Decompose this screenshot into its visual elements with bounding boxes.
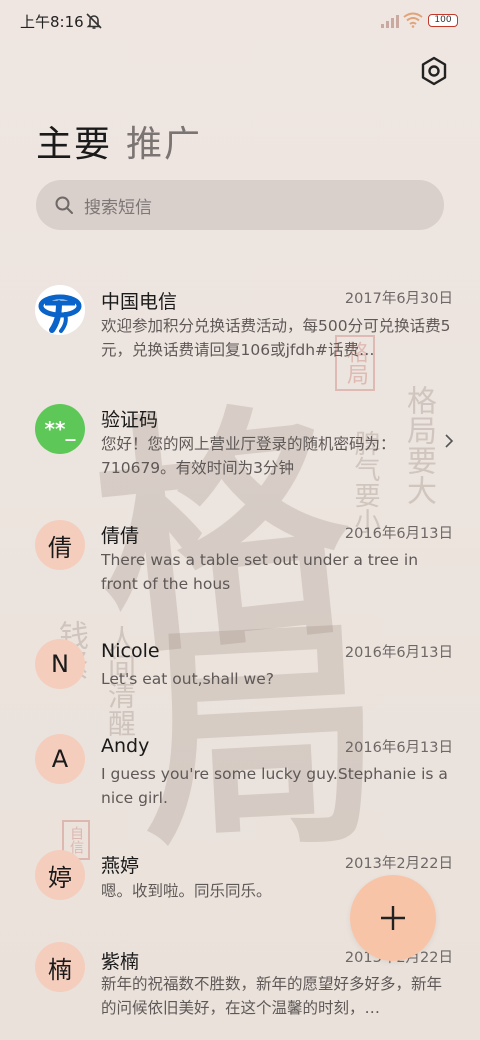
contact-name: 中国电信: [101, 291, 178, 313]
avatar: 楠: [35, 942, 85, 992]
message-preview: 欢迎参加积分兑换话费活动，每500分可兑换话费5元，兑换话费请回复106或jfd…: [101, 317, 451, 359]
new-message-button[interactable]: [350, 875, 436, 961]
contact-name: 验证码: [101, 409, 159, 431]
search-icon: [55, 196, 73, 214]
chevron-right-icon[interactable]: [442, 434, 456, 448]
conversation-item[interactable]: 中国电信 2017年6月30日 欢迎参加积分兑换话费活动，每500分可兑换话费5…: [0, 272, 480, 362]
avatar: N: [35, 639, 85, 689]
message-date: 2017年6月30日: [344, 291, 453, 307]
conversation-item[interactable]: A Andy 2016年6月13日 I guess you're some lu…: [0, 732, 480, 822]
conversation-item[interactable]: **_ 验证码 您好！您的网上营业厅登录的随机密码为：710679。有效时间为3…: [0, 392, 480, 482]
plus-icon: [381, 906, 405, 930]
message-preview: 嗯。收到啦。同乐同乐。: [101, 882, 272, 900]
telecom-logo-icon: [35, 285, 85, 335]
message-date: 2013年2月22日: [344, 856, 453, 872]
status-time: 上午8:16: [20, 13, 84, 31]
message-preview: Let's eat out,shall we?: [101, 670, 274, 688]
signal-icon: [381, 15, 399, 28]
message-preview: I guess you're some lucky guy.Stephanie …: [101, 765, 448, 807]
avatar: A: [35, 734, 85, 784]
wifi-icon: [403, 12, 423, 28]
contact-name: 紫楠: [101, 951, 140, 973]
message-preview: There was a table set out under a tree i…: [101, 551, 419, 593]
avatar: 婷: [35, 850, 85, 900]
settings-icon[interactable]: [418, 55, 450, 87]
message-date: 2016年6月13日: [344, 645, 453, 661]
avatar: **_: [35, 404, 85, 454]
search-bar[interactable]: 搜索短信: [36, 180, 444, 230]
tab-promotions[interactable]: 推广: [126, 115, 202, 167]
message-preview: 新年的祝福数不胜数，新年的愿望好多好多，新年的问候依旧美好，在这个温馨的时刻，…: [101, 975, 443, 1017]
avatar: 倩: [35, 520, 85, 570]
message-date: 2016年6月13日: [344, 740, 453, 756]
contact-name: Andy: [101, 735, 150, 757]
search-input[interactable]: 搜索短信: [84, 193, 152, 218]
contact-name: 倩倩: [101, 525, 140, 547]
conversation-item[interactable]: 倩 倩倩 2016年6月13日 There was a table set ou…: [0, 518, 480, 608]
conversation-item[interactable]: N Nicole 2016年6月13日 Let's eat out,shall …: [0, 637, 480, 717]
battery-icon: 100: [428, 14, 458, 27]
category-tabs: 主要 推广: [36, 115, 202, 167]
contact-name: Nicole: [101, 640, 160, 662]
message-preview: 您好！您的网上营业厅登录的随机密码为：710679。有效时间为3分钟: [101, 435, 396, 477]
status-bar: 上午8:16 100: [0, 0, 480, 42]
tab-primary[interactable]: 主要: [36, 115, 112, 167]
message-date: 2016年6月13日: [344, 526, 453, 542]
avatar: [35, 285, 85, 335]
mute-icon: [86, 13, 102, 29]
contact-name: 燕婷: [101, 855, 140, 877]
